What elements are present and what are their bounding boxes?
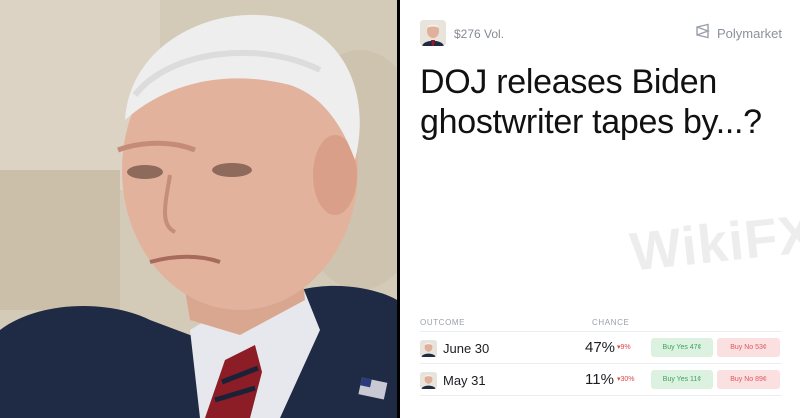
market-photo <box>0 0 397 418</box>
buy-no-button[interactable]: Buy No 53¢ <box>717 338 780 357</box>
outcome-row[interactable]: June 30 47% ▾9% Buy Yes 47¢ Buy No 53¢ <box>420 332 782 364</box>
watermark: WikiFX <box>627 203 800 283</box>
outcome-avatar <box>420 372 437 389</box>
outcome-label: May 31 <box>443 373 486 388</box>
outcome-label: June 30 <box>443 341 490 356</box>
market-card: $276 Vol. Polymarket DOJ releases Biden … <box>400 0 800 418</box>
brand[interactable]: Polymarket <box>695 23 782 43</box>
column-outcome: OUTCOME <box>420 318 466 327</box>
outcome-chance: 11% <box>585 371 614 388</box>
polymarket-logo-icon <box>695 23 711 44</box>
buy-yes-button[interactable]: Buy Yes 11¢ <box>651 370 713 389</box>
outcome-table: OUTCOME CHANCE June 30 47% ▾9% Buy Yes 4… <box>420 318 782 396</box>
table-header: OUTCOME CHANCE <box>420 318 782 332</box>
volume-label: $276 Vol. <box>454 27 505 41</box>
market-avatar[interactable] <box>420 20 446 46</box>
market-header: $276 Vol. Polymarket <box>420 20 782 48</box>
brand-label: Polymarket <box>716 25 782 41</box>
outcome-avatar <box>420 340 437 357</box>
portrait-illustration <box>0 0 397 418</box>
column-chance: CHANCE <box>592 318 630 327</box>
buy-yes-button[interactable]: Buy Yes 47¢ <box>651 338 713 357</box>
buy-no-button[interactable]: Buy No 89¢ <box>717 370 780 389</box>
outcome-chance: 47% <box>585 339 616 356</box>
market-title[interactable]: DOJ releases Biden ghostwriter tapes by.… <box>420 62 780 142</box>
outcome-row[interactable]: May 31 11% ▾30% Buy Yes 11¢ Buy No 89¢ <box>420 364 782 396</box>
chance-change: ▾30% <box>617 376 635 383</box>
chance-change: ▾9% <box>617 344 631 351</box>
